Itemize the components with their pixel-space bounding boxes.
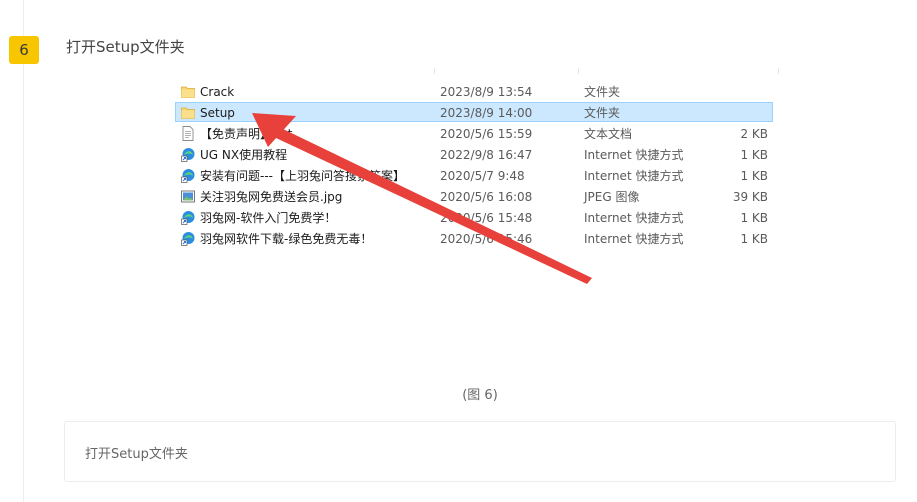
file-name: 羽兔网软件下载-绿色免费无毒！ — [200, 232, 373, 246]
column-divider — [434, 68, 435, 74]
folder-icon — [181, 84, 195, 99]
file-name: 关注羽兔网免费送会员.jpg — [200, 190, 343, 204]
left-divider — [23, 0, 24, 502]
file-row[interactable]: 羽兔网软件下载-绿色免费无毒！ 2020/5/6 15:46 Internet … — [175, 228, 773, 248]
folder-icon — [181, 105, 195, 120]
image-file-icon — [181, 189, 195, 204]
file-row[interactable]: UG NX使用教程 2022/9/8 16:47 Internet 快捷方式 1… — [175, 144, 773, 164]
step-title: 打开Setup文件夹 — [66, 38, 185, 56]
column-divider — [578, 68, 579, 74]
internet-shortcut-icon — [181, 168, 195, 183]
file-row[interactable]: 安装有问题---【上羽兔问答搜索答案】 2020/5/7 9:48 Intern… — [175, 165, 773, 185]
text-file-icon — [181, 126, 195, 141]
column-divider — [778, 68, 779, 74]
file-size: 1 KB — [740, 148, 768, 162]
file-row[interactable]: 【免责声明】.txt 2020/5/6 15:59 文本文档 2 KB — [175, 123, 773, 143]
file-date: 2023/8/9 14:00 — [440, 106, 533, 120]
file-size: 1 KB — [740, 169, 768, 183]
note-box: 打开Setup文件夹 — [64, 421, 896, 482]
file-name: 安装有问题---【上羽兔问答搜索答案】 — [200, 169, 405, 183]
file-size: 1 KB — [740, 232, 768, 246]
file-type: Internet 快捷方式 — [584, 211, 684, 225]
internet-shortcut-icon — [181, 210, 195, 225]
file-size: 1 KB — [740, 211, 768, 225]
file-type: Internet 快捷方式 — [584, 232, 684, 246]
file-date: 2023/8/9 13:54 — [440, 85, 533, 99]
file-name: Crack — [200, 85, 235, 99]
file-row[interactable]: 羽兔网-软件入门免费学！ 2020/5/6 15:48 Internet 快捷方… — [175, 207, 773, 227]
file-date: 2020/5/6 16:08 — [440, 190, 533, 204]
internet-shortcut-icon — [181, 147, 195, 162]
file-size: 39 KB — [732, 190, 768, 204]
internet-shortcut-icon — [181, 231, 195, 246]
note-text: 打开Setup文件夹 — [85, 447, 188, 462]
file-row[interactable]: 关注羽兔网免费送会员.jpg 2020/5/6 16:08 JPEG 图像 39… — [175, 186, 773, 206]
file-explorer-screenshot: Crack 2023/8/9 13:54 文件夹 Setup 2023/8/9 … — [175, 68, 785, 258]
file-date: 2020/5/6 15:46 — [440, 232, 533, 246]
step-number-badge: 6 — [9, 36, 39, 64]
file-name: Setup — [200, 106, 235, 120]
file-type: 文件夹 — [584, 106, 621, 120]
file-name: 【免责声明】.txt — [200, 127, 293, 141]
file-row-setup[interactable]: Setup 2023/8/9 14:00 文件夹 — [175, 102, 773, 122]
figure-caption: (图 6) — [462, 388, 498, 403]
file-date: 2020/5/6 15:59 — [440, 127, 533, 141]
file-type: JPEG 图像 — [584, 190, 640, 204]
file-row[interactable]: Crack 2023/8/9 13:54 文件夹 — [175, 81, 773, 101]
file-date: 2022/9/8 16:47 — [440, 148, 533, 162]
file-name: UG NX使用教程 — [200, 148, 288, 162]
file-name: 羽兔网-软件入门免费学！ — [200, 211, 337, 225]
file-date: 2020/5/6 15:48 — [440, 211, 533, 225]
file-date: 2020/5/7 9:48 — [440, 169, 525, 183]
file-size: 2 KB — [740, 127, 768, 141]
file-type: 文件夹 — [584, 85, 621, 99]
file-type: Internet 快捷方式 — [584, 148, 684, 162]
file-type: Internet 快捷方式 — [584, 169, 684, 183]
file-type: 文本文档 — [584, 127, 633, 141]
